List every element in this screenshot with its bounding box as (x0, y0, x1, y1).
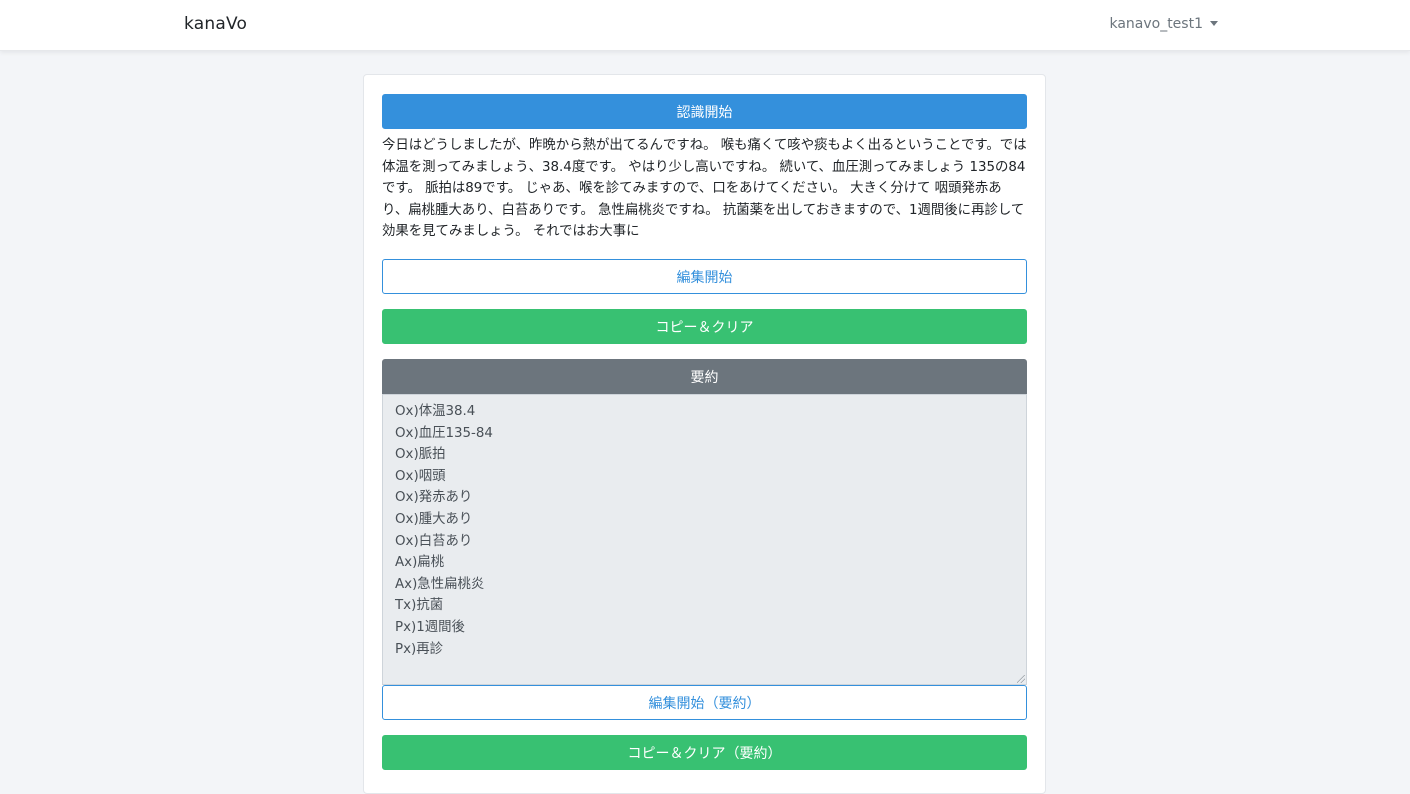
summary-line: Ox)腫大あり (395, 511, 473, 527)
summary-line: Ox)血圧135-84 (395, 425, 493, 441)
caret-down-icon (1210, 20, 1218, 26)
summary-line: Ax)急性扁桃炎 (395, 576, 485, 592)
edit-summary-button[interactable]: 編集開始（要約） (382, 685, 1027, 720)
transcript-text: 今日はどうしましたが、昨晩から熱が出てるんですね。 喉も痛くて咳や痰もよく出ると… (382, 138, 1027, 240)
summary-line: Ox)体温38.4 (395, 404, 476, 419)
edit-start-button[interactable]: 編集開始 (382, 259, 1027, 294)
summary-line: Ox)脈拍 (395, 447, 446, 463)
navbar: kanaVo kanavo_test1 (0, 0, 1410, 51)
summary-textarea[interactable]: Ox)体温38.4 Ox)血圧135-84 Ox)脈拍 Ox)咽頭 Ox)発赤あ… (382, 394, 1027, 685)
summary-line: Ox)白苔あり (395, 533, 473, 549)
start-recognition-button[interactable]: 認識開始 (382, 94, 1027, 129)
summary-line: Ax)扁桃 (395, 555, 445, 571)
summary-line: Ox)咽頭 (395, 468, 446, 484)
copy-clear-button[interactable]: コピー＆クリア (382, 309, 1027, 344)
summary-line: Px)再診 (395, 641, 444, 657)
copy-clear-summary-button[interactable]: コピー＆クリア（要約） (382, 735, 1027, 770)
summary-header-button[interactable]: 要約 (382, 359, 1027, 394)
main-card: 認識開始 今日はどうしましたが、昨晩から熱が出てるんですね。 喉も痛くて咳や痰も… (363, 74, 1046, 794)
summary-line: Px)1週間後 (395, 619, 465, 635)
brand-logo[interactable]: kanaVo (184, 14, 247, 34)
summary-line: Ox)発赤あり (395, 490, 473, 506)
summary-line: Tx)抗菌 (395, 598, 444, 614)
resize-handle-icon[interactable] (1017, 675, 1025, 683)
user-name: kanavo_test1 (1109, 16, 1203, 32)
user-dropdown[interactable]: kanavo_test1 (1109, 16, 1218, 32)
